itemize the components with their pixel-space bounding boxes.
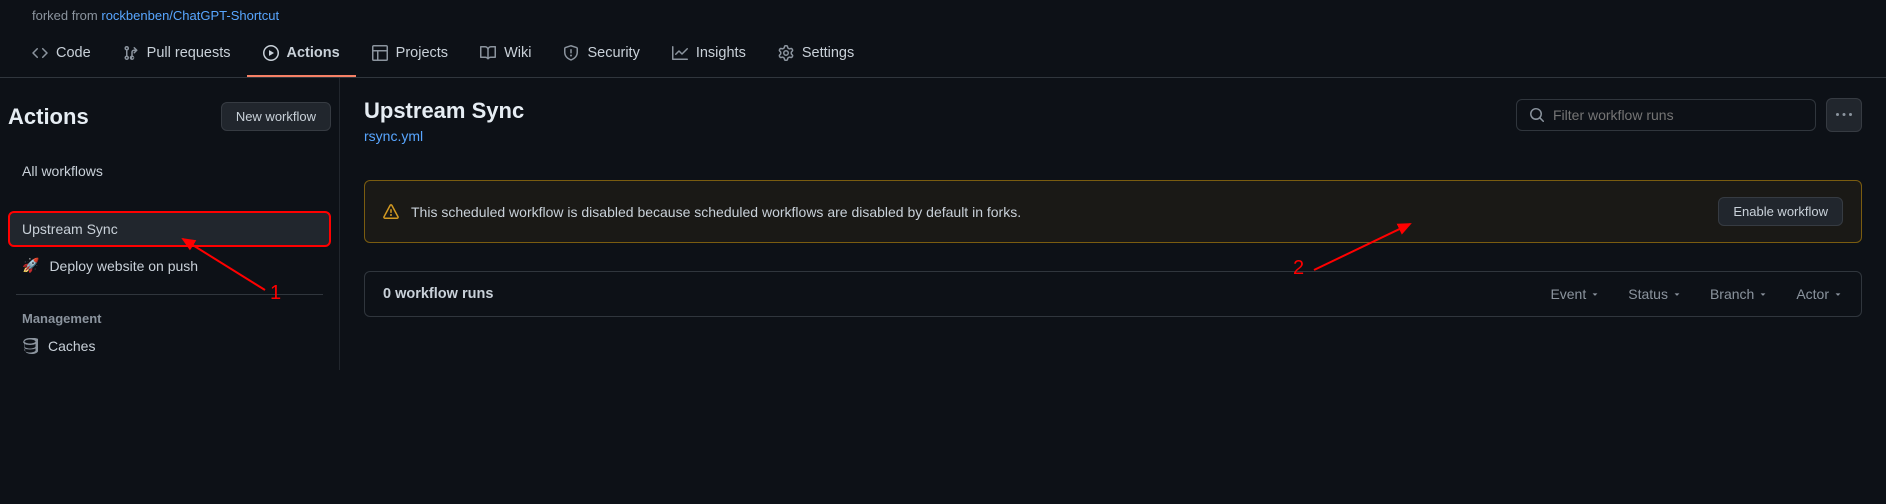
nav-wiki-label: Wiki [504,45,531,61]
alert-text: This scheduled workflow is disabled beca… [411,204,1021,220]
nav-pull-requests-label: Pull requests [147,45,231,61]
rocket-icon: 🚀 [22,257,39,274]
runs-bar: 0 workflow runs Event Status Branch Acto… [364,271,1862,317]
filter-actor-label: Actor [1796,286,1829,302]
book-icon [480,45,496,61]
kebab-icon [1836,107,1852,123]
sidebar-all-workflows[interactable]: All workflows [8,153,331,189]
nav-insights-label: Insights [696,45,746,61]
enable-workflow-button[interactable]: Enable workflow [1718,197,1843,226]
nav-code-label: Code [56,45,91,61]
sidebar-upstream-sync[interactable]: Upstream Sync [8,211,331,247]
alert-icon [383,204,399,220]
filter-status[interactable]: Status [1628,286,1682,302]
play-icon [263,45,279,61]
nav-security[interactable]: Security [547,31,655,77]
code-icon [32,45,48,61]
nav-actions[interactable]: Actions [247,31,356,77]
workflow-file-link[interactable]: rsync.yml [364,128,524,144]
chevron-down-icon [1758,289,1768,299]
filter-branch[interactable]: Branch [1710,286,1768,302]
nav-code[interactable]: Code [16,31,107,77]
sidebar-deploy-label: Deploy website on push [49,258,198,274]
nav-projects-label: Projects [396,45,448,61]
chevron-down-icon [1833,289,1843,299]
forked-prefix: forked from [32,8,101,23]
database-icon [22,338,38,354]
sidebar-deploy[interactable]: 🚀 Deploy website on push [8,249,331,282]
filter-actor[interactable]: Actor [1796,286,1843,302]
sidebar-title: Actions [8,104,89,130]
sidebar-management-heading: Management [8,303,331,330]
search-box[interactable] [1516,99,1816,131]
workflow-title: Upstream Sync [364,98,524,124]
sidebar-divider [16,294,323,295]
filter-event[interactable]: Event [1550,286,1600,302]
search-icon [1529,107,1545,123]
content: Upstream Sync rsync.yml This scheduled w… [340,78,1886,370]
graph-icon [672,45,688,61]
nav-projects[interactable]: Projects [356,31,464,77]
table-icon [372,45,388,61]
filter-status-label: Status [1628,286,1668,302]
forked-banner: forked from rockbenben/ChatGPT-Shortcut [0,0,1886,31]
nav-wiki[interactable]: Wiki [464,31,547,77]
filter-branch-label: Branch [1710,286,1754,302]
search-input[interactable] [1553,107,1803,123]
repo-nav: Code Pull requests Actions Projects Wiki… [0,31,1886,78]
nav-actions-label: Actions [287,45,340,61]
alert-box: This scheduled workflow is disabled beca… [364,180,1862,243]
sidebar-caches-label: Caches [48,338,95,354]
nav-settings[interactable]: Settings [762,31,870,77]
nav-security-label: Security [587,45,639,61]
nav-pull-requests[interactable]: Pull requests [107,31,247,77]
chevron-down-icon [1590,289,1600,299]
nav-insights[interactable]: Insights [656,31,762,77]
gear-icon [778,45,794,61]
sidebar: Actions New workflow All workflows Upstr… [0,78,340,370]
forked-repo-link[interactable]: rockbenben/ChatGPT-Shortcut [101,8,279,23]
sidebar-caches[interactable]: Caches [8,330,331,362]
chevron-down-icon [1672,289,1682,299]
nav-settings-label: Settings [802,45,854,61]
runs-count: 0 workflow runs [383,286,493,302]
filter-event-label: Event [1550,286,1586,302]
kebab-button[interactable] [1826,98,1862,132]
git-pull-request-icon [123,45,139,61]
new-workflow-button[interactable]: New workflow [221,102,331,131]
shield-icon [563,45,579,61]
